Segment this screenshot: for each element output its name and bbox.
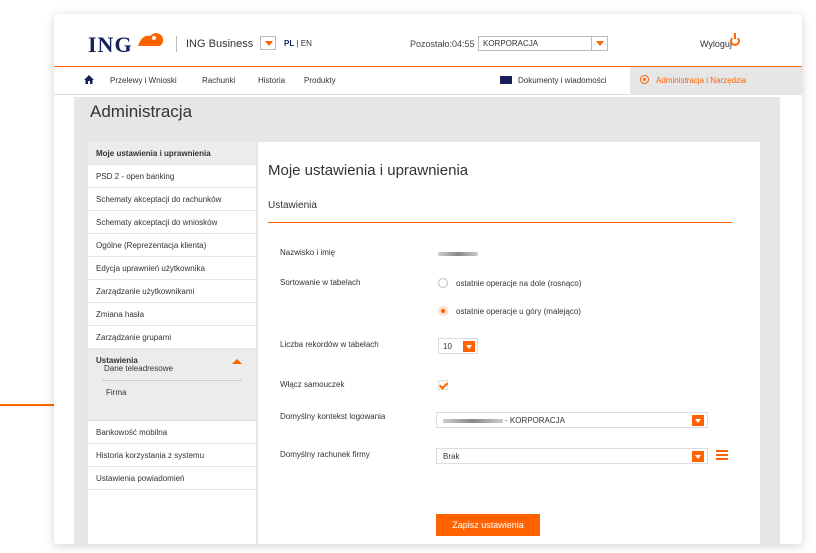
- default-account-select[interactable]: Brak: [436, 448, 708, 464]
- header-divider: [176, 36, 177, 52]
- login-context-value: - KORPORACJA: [505, 416, 566, 425]
- name-label: Nazwisko i imię: [280, 248, 336, 257]
- chevron-down-icon: [692, 415, 704, 426]
- sidebar-item-bankowosc-mobilna[interactable]: Bankowość mobilna: [88, 421, 256, 444]
- login-context-masked: [443, 418, 503, 423]
- section-divider: [268, 222, 732, 223]
- nav-rachunki[interactable]: Rachunki: [202, 76, 235, 85]
- sort-descending-radio[interactable]: [438, 306, 448, 316]
- sidebar-item-schematy-rachunkow[interactable]: Schematy akceptacji do rachunków: [88, 188, 256, 211]
- default-account-label: Domyślny rachunek firmy: [280, 450, 370, 459]
- sort-ascending-radio[interactable]: [438, 278, 448, 288]
- records-select[interactable]: 10: [438, 338, 478, 354]
- lang-en[interactable]: EN: [301, 39, 312, 48]
- main-nav: Przelewy i Wnioski Rachunki Historia Pro…: [54, 67, 802, 95]
- tutorial-label: Włącz samouczek: [280, 380, 345, 389]
- ing-logo[interactable]: ING: [88, 32, 133, 58]
- sidebar-item-zarzadzanie-uzytkownikami[interactable]: Zarządzanie użytkownikami: [88, 280, 256, 303]
- page-title: Administracja: [90, 102, 193, 121]
- nav-admin-label: Administracja i Narzędzia: [656, 76, 747, 85]
- power-icon[interactable]: [730, 33, 740, 46]
- tutorial-checkbox[interactable]: [438, 380, 448, 390]
- sidebar-subitem-firma[interactable]: Firma: [88, 388, 256, 397]
- sidebar-item-ogolne[interactable]: Ogólne (Reprezentacja klienta): [88, 234, 256, 257]
- login-context-select[interactable]: - KORPORACJA: [436, 412, 708, 428]
- lion-logo-icon: [138, 33, 164, 46]
- default-account-value: Brak: [443, 452, 460, 461]
- section-title: Ustawienia: [268, 200, 317, 211]
- records-select-value: 10: [443, 342, 452, 351]
- sidebar-item-psd2[interactable]: PSD 2 - open banking: [88, 165, 256, 188]
- sidebar: Moje ustawienia i uprawnienia PSD 2 - op…: [88, 142, 256, 544]
- chevron-down-icon: [692, 451, 704, 462]
- save-settings-button[interactable]: Zapisz ustawienia: [436, 514, 540, 536]
- nav-produkty[interactable]: Produkty: [304, 76, 336, 85]
- logout-link[interactable]: Wyloguj: [700, 39, 732, 49]
- sort-label: Sortowanie w tabelach: [280, 278, 361, 287]
- sort-descending-label[interactable]: ostatnie operacje u góry (malejąco): [456, 307, 581, 316]
- gear-icon: [640, 75, 649, 84]
- business-label: ING Business: [186, 38, 254, 50]
- top-bar: ING ING Business PL | EN Pozostało:04:55…: [54, 14, 802, 64]
- list-icon[interactable]: [716, 450, 728, 460]
- nav-przelewy[interactable]: Przelewy i Wnioski: [110, 76, 177, 85]
- settings-panel: Moje ustawienia i uprawnienia Ustawienia…: [258, 142, 760, 544]
- sidebar-item-zarzadzanie-grupami[interactable]: Zarządzanie grupami: [88, 326, 256, 349]
- sidebar-item-ustawienia[interactable]: Ustawienia: [88, 349, 256, 421]
- login-context-label: Domyślny kontekst logowania: [280, 412, 386, 421]
- chevron-down-icon: [591, 36, 607, 51]
- sidebar-item-moje-ustawienia[interactable]: Moje ustawienia i uprawnienia: [88, 142, 256, 165]
- sidebar-subitem-divider: [102, 380, 242, 381]
- chevron-down-icon: [463, 341, 475, 352]
- app-window: ING ING Business PL | EN Pozostało:04:55…: [54, 14, 802, 544]
- nav-historia[interactable]: Historia: [258, 76, 285, 85]
- lang-pl[interactable]: PL: [284, 39, 294, 48]
- sidebar-item-schematy-wnioskow[interactable]: Schematy akceptacji do wniosków: [88, 211, 256, 234]
- language-switch[interactable]: PL | EN: [284, 39, 312, 48]
- sidebar-item-powiadomienia[interactable]: Ustawienia powiadomień: [88, 467, 256, 490]
- sidebar-item-zmiana-hasla[interactable]: Zmiana hasła: [88, 303, 256, 326]
- nav-admin-tab[interactable]: Administracja i Narzędzia: [630, 67, 802, 95]
- context-select[interactable]: KORPORACJA: [478, 36, 608, 51]
- name-value-masked: [438, 252, 478, 256]
- sidebar-item-historia[interactable]: Historia korzystania z systemu: [88, 444, 256, 467]
- sidebar-item-edycja-uprawnien[interactable]: Edycja uprawnień użytkownika: [88, 257, 256, 280]
- settings-title: Moje ustawienia i uprawnienia: [268, 162, 469, 179]
- sort-ascending-label[interactable]: ostatnie operacje na dole (rosnąco): [456, 279, 581, 288]
- home-icon[interactable]: [84, 75, 94, 84]
- sidebar-subitem-dane-teleadresowe[interactable]: Dane teleadresowe: [88, 364, 256, 373]
- envelope-icon: [500, 76, 512, 84]
- business-dropdown-button[interactable]: [260, 36, 276, 50]
- nav-dokumenty[interactable]: Dokumenty i wiadomości: [518, 76, 606, 85]
- records-label: Liczba rekordów w tabelach: [280, 340, 379, 349]
- context-select-value: KORPORACJA: [483, 39, 539, 48]
- session-timer: Pozostało:04:55: [410, 39, 475, 49]
